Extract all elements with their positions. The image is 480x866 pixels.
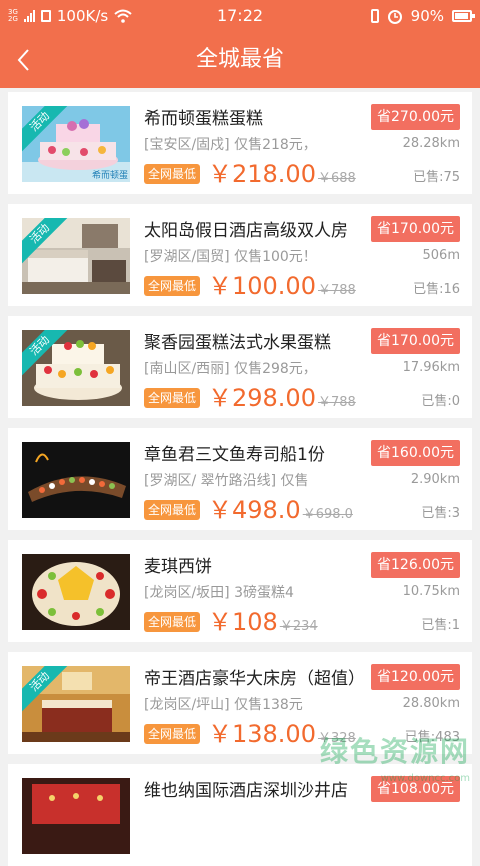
- item-image: [22, 554, 130, 630]
- item-desc: [宝安区/固戍] 仅售218元，: [144, 134, 344, 154]
- item-desc: [南山区/西丽] 仅售298元，: [144, 358, 344, 378]
- item-original-price: ￥698.0: [303, 507, 353, 522]
- alarm-icon: [387, 8, 403, 24]
- item-price: ￥298.00: [208, 384, 316, 412]
- page-title: 全城最省: [0, 32, 480, 88]
- save-badge: 省170.00元: [371, 216, 460, 242]
- item-distance: 28.80km: [403, 696, 460, 711]
- lowest-price-tag: 全网最低: [144, 612, 200, 632]
- item-image: 活动: [22, 330, 130, 406]
- item-price-row: ￥498.0￥698.0: [208, 490, 353, 525]
- svg-text:希而顿蛋: 希而顿蛋: [92, 169, 128, 181]
- list-item[interactable]: 麦琪西饼 省126.00元 [龙岗区/坂田] 3磅蛋糕4 10.75km 全网最…: [8, 540, 472, 642]
- item-price-row: ￥298.00￥788: [208, 378, 356, 413]
- item-name: 太阳岛假日酒店高级双人房: [144, 216, 366, 241]
- item-distance: 10.75km: [403, 584, 460, 599]
- item-name: 帝王酒店豪华大床房（超值）: [144, 664, 366, 689]
- item-sold: 已售:0: [421, 390, 460, 409]
- item-distance: 28.28km: [403, 136, 460, 151]
- item-name: 聚香园蛋糕法式水果蛋糕: [144, 328, 366, 353]
- item-distance: 17.96km: [403, 360, 460, 375]
- status-bar: 3G 2G 100K/s 17:22 90%: [0, 0, 480, 32]
- item-image: 活动: [22, 666, 130, 742]
- item-sold: 已售:75: [413, 166, 460, 185]
- save-badge: 省170.00元: [371, 328, 460, 354]
- watermark-logo: 绿色资源网: [320, 730, 470, 770]
- item-distance: 2.90km: [411, 472, 460, 487]
- item-name: 麦琪西饼: [144, 552, 366, 577]
- item-price: ￥138.00: [208, 720, 316, 748]
- lowest-price-tag: 全网最低: [144, 388, 200, 408]
- item-original-price: ￥688: [318, 171, 356, 186]
- item-original-price: ￥234: [280, 619, 318, 634]
- save-badge: 省126.00元: [371, 552, 460, 578]
- item-price-row: ￥108￥234: [208, 602, 318, 637]
- list-item[interactable]: 活动 太阳岛假日酒店高级双人房 省170.00元 [罗湖区/国贸] 仅售100元…: [8, 204, 472, 306]
- item-original-price: ￥788: [318, 283, 356, 298]
- save-badge: 省160.00元: [371, 440, 460, 466]
- list-item[interactable]: 活动 聚香园蛋糕法式水果蛋糕 省170.00元 [南山区/西丽] 仅售298元，…: [8, 316, 472, 418]
- item-desc: [龙岗区/坂田] 3磅蛋糕4: [144, 582, 344, 602]
- item-name: 章鱼君三文鱼寿司船1份: [144, 440, 366, 465]
- lowest-price-tag: 全网最低: [144, 724, 200, 744]
- lowest-price-tag: 全网最低: [144, 276, 200, 296]
- item-sold: 已售:1: [421, 614, 460, 633]
- item-desc: [罗湖区/ 翠竹路沿线] 仅售: [144, 470, 344, 490]
- item-name: 希而顿蛋糕蛋糕: [144, 104, 366, 129]
- item-image: [22, 778, 130, 854]
- list-item[interactable]: 章鱼君三文鱼寿司船1份 省160.00元 [罗湖区/ 翠竹路沿线] 仅售 2.9…: [8, 428, 472, 530]
- item-name: 维也纳国际酒店深圳沙井店: [144, 776, 366, 801]
- item-image: 活动: [22, 218, 130, 294]
- item-image: [22, 442, 130, 518]
- item-desc: [龙岗区/坪山] 仅售138元: [144, 694, 344, 714]
- list-item[interactable]: 希而顿蛋 活动 希而顿蛋糕蛋糕 省270.00元 [宝安区/固戍] 仅售218元…: [8, 92, 472, 194]
- item-price-row: ￥218.00￥688: [208, 154, 356, 189]
- item-price: ￥218.00: [208, 160, 316, 188]
- vibrate-icon: [371, 9, 379, 23]
- item-price: ￥100.00: [208, 272, 316, 300]
- lowest-price-tag: 全网最低: [144, 164, 200, 184]
- lowest-price-tag: 全网最低: [144, 500, 200, 520]
- battery-percent: 90%: [411, 7, 444, 25]
- item-desc: [罗湖区/国贸] 仅售100元！: [144, 246, 344, 266]
- item-price: ￥498.0: [208, 496, 301, 524]
- save-badge: 省120.00元: [371, 664, 460, 690]
- status-right: 90%: [371, 0, 472, 32]
- watermark-url: www.downcc.com: [381, 773, 470, 784]
- item-original-price: ￥788: [318, 395, 356, 410]
- nav-bar: 全城最省: [0, 32, 480, 88]
- save-badge: 省270.00元: [371, 104, 460, 130]
- item-price-row: ￥100.00￥788: [208, 266, 356, 301]
- item-distance: 506m: [423, 248, 460, 263]
- item-price: ￥108: [208, 608, 278, 636]
- item-sold: 已售:3: [421, 502, 460, 521]
- item-image: 希而顿蛋 活动: [22, 106, 130, 182]
- item-sold: 已售:16: [413, 278, 460, 297]
- battery-icon: [452, 10, 472, 22]
